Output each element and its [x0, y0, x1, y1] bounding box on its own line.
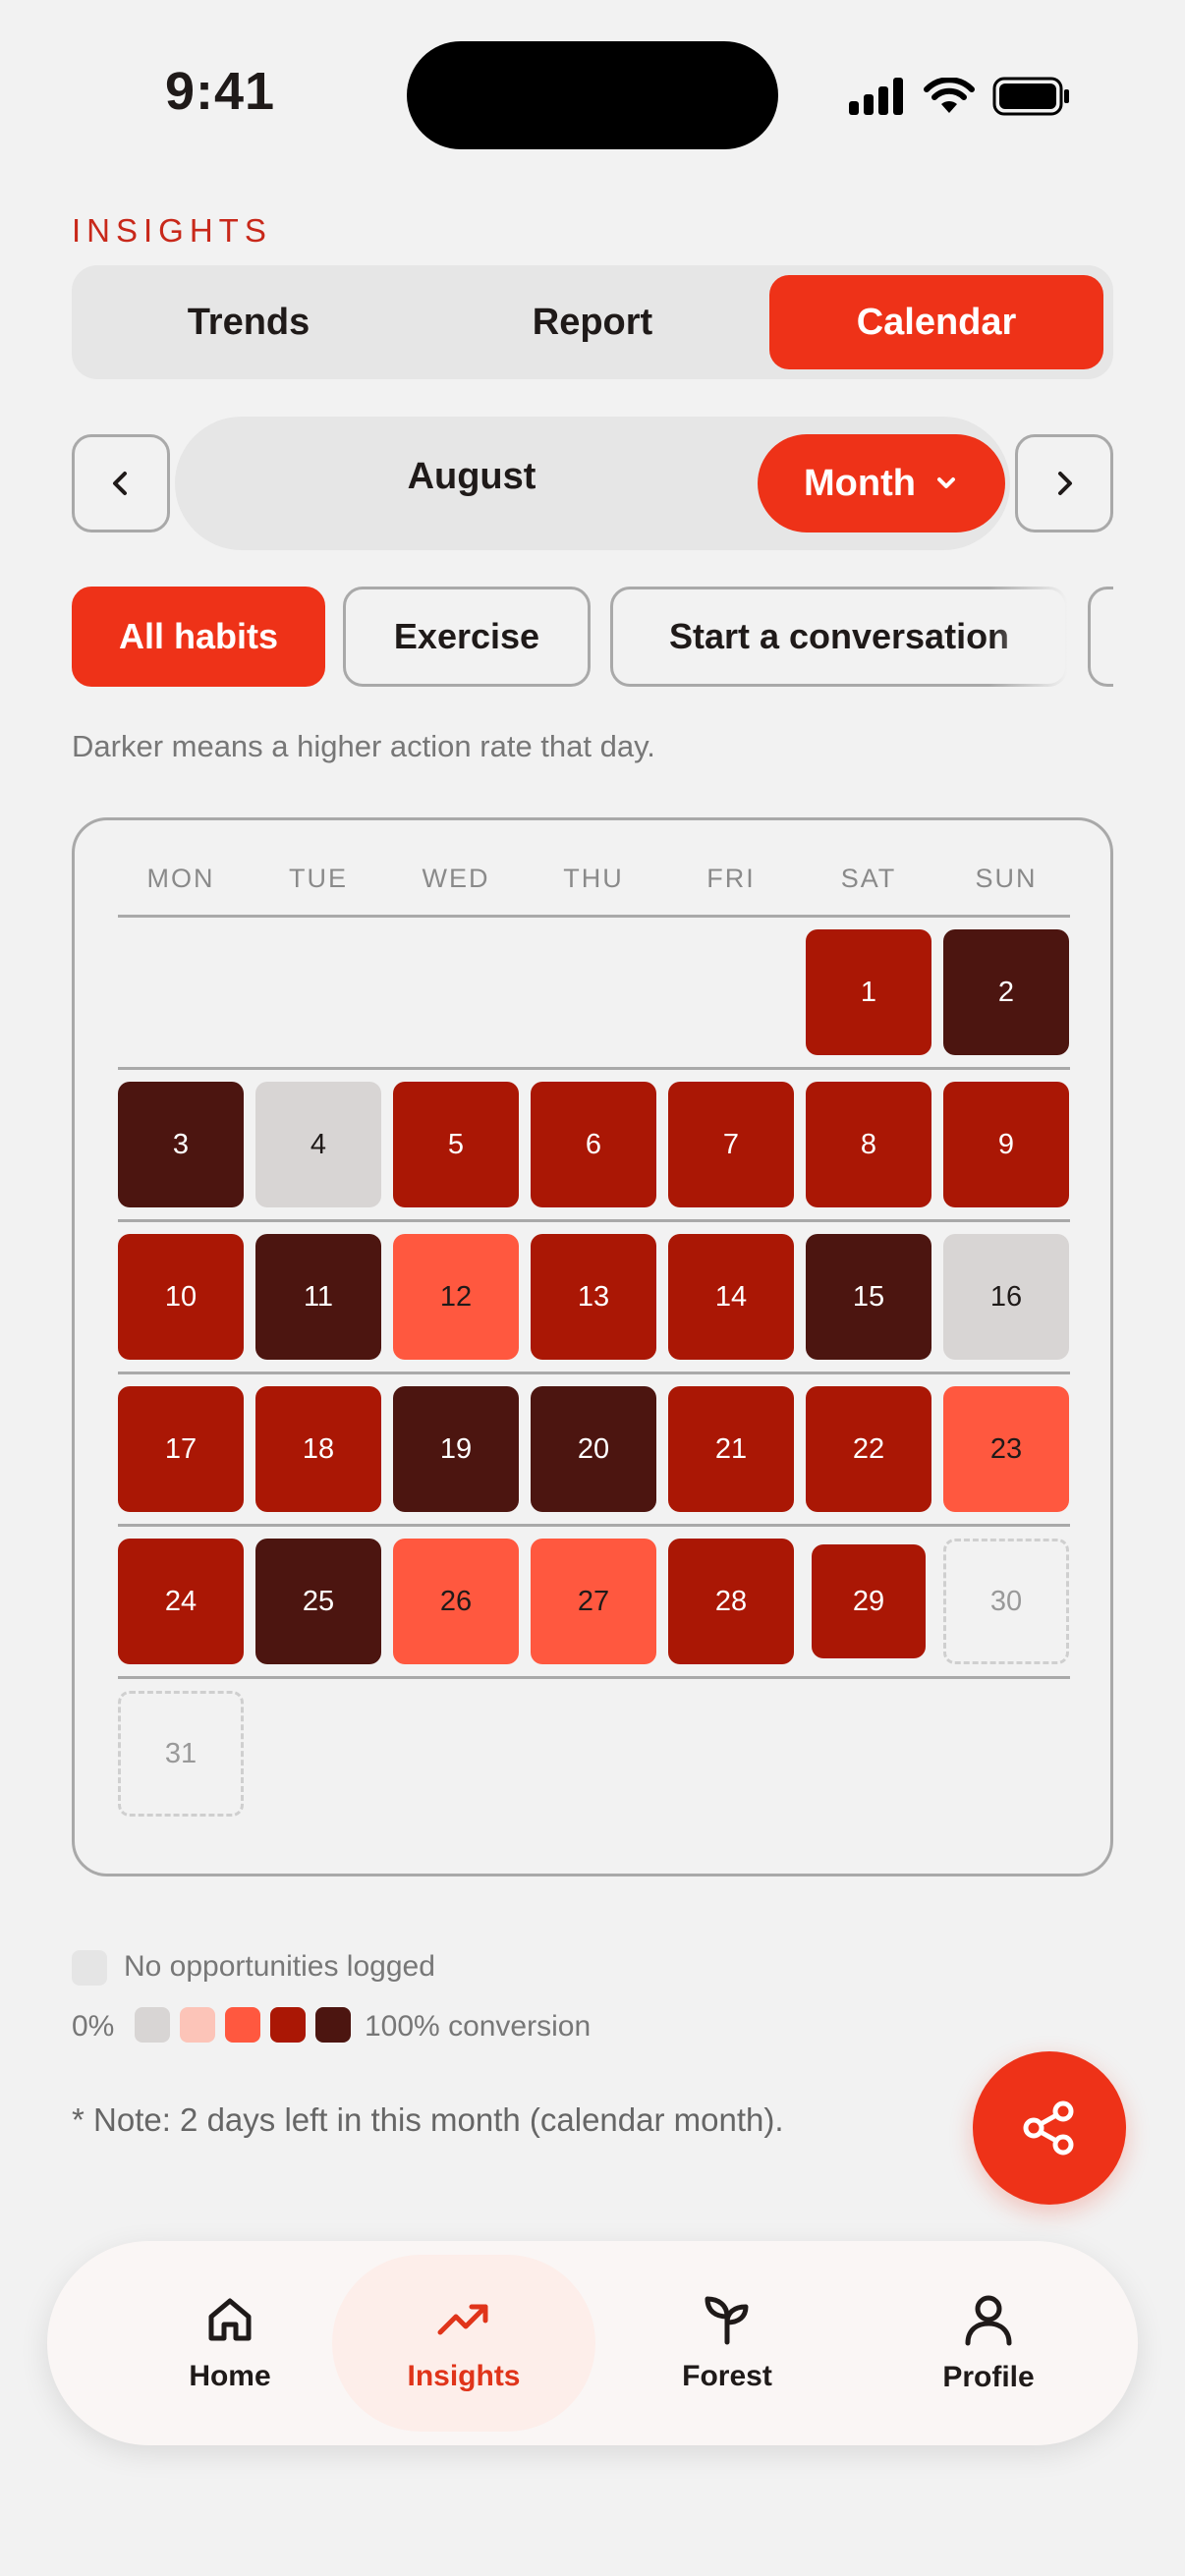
- weekday-header: MON TUE WED THU FRI SAT SUN: [118, 864, 1070, 907]
- legend-scale-swatch: [180, 2007, 215, 2043]
- nav-home-label: Home: [189, 2360, 271, 2392]
- status-time: 9:41: [165, 62, 276, 121]
- nav-forest[interactable]: Forest: [595, 2255, 859, 2432]
- weekday-fri: FRI: [706, 864, 756, 893]
- filter-chip-exercise[interactable]: Exercise: [343, 587, 591, 687]
- calendar-day[interactable]: 25: [255, 1539, 381, 1664]
- calendar-day[interactable]: 24: [118, 1539, 244, 1664]
- legend-scale-swatch: [225, 2007, 260, 2043]
- filter-chip-more[interactable]: [1088, 587, 1113, 687]
- calendar-day[interactable]: 12: [393, 1234, 519, 1360]
- weekday-wed: WED: [422, 864, 490, 893]
- calendar-day[interactable]: 3: [118, 1082, 244, 1207]
- weekday-sun: SUN: [975, 864, 1038, 893]
- nav-forest-label: Forest: [682, 2360, 772, 2392]
- calendar-day[interactable]: 2: [943, 929, 1069, 1055]
- next-period-button[interactable]: [1015, 434, 1113, 532]
- calendar-day[interactable]: 4: [255, 1082, 381, 1207]
- calendar-day[interactable]: 10: [118, 1234, 244, 1360]
- calendar-day[interactable]: 9: [943, 1082, 1069, 1207]
- calendar-day[interactable]: 18: [255, 1386, 381, 1512]
- week-divider: [118, 1372, 1070, 1374]
- view-tabs: Trends Report Calendar: [72, 265, 1113, 379]
- calendar-day[interactable]: 21: [668, 1386, 794, 1512]
- nav-profile[interactable]: Profile: [857, 2255, 1120, 2432]
- month-note: * Note: 2 days left in this month (calen…: [72, 2101, 784, 2138]
- helper-text: Darker means a higher action rate that d…: [72, 729, 655, 763]
- week-divider: [118, 915, 1070, 918]
- nav-insights-label: Insights: [407, 2360, 521, 2392]
- section-label: INSIGHTS: [72, 212, 272, 249]
- calendar-day[interactable]: 1: [806, 929, 931, 1055]
- share-icon: [1023, 2100, 1074, 2156]
- calendar-day[interactable]: 11: [255, 1234, 381, 1360]
- calendar-day[interactable]: 16: [943, 1234, 1069, 1360]
- legend-empty-label: No opportunities logged: [124, 1950, 435, 1983]
- dynamic-island: [407, 41, 778, 149]
- granularity-label: Month: [804, 462, 916, 504]
- weekday-thu: THU: [563, 864, 624, 893]
- chevron-right-icon: [1058, 472, 1072, 495]
- nav-home[interactable]: Home: [98, 2255, 362, 2432]
- calendar-day[interactable]: 13: [531, 1234, 656, 1360]
- status-icons: [849, 73, 1071, 120]
- calendar-day[interactable]: 28: [668, 1539, 794, 1664]
- home-icon: [208, 2298, 252, 2341]
- calendar-day[interactable]: 15: [806, 1234, 931, 1360]
- calendar-day[interactable]: 20: [531, 1386, 656, 1512]
- calendar-day[interactable]: 31: [118, 1691, 244, 1817]
- weekday-sat: SAT: [840, 864, 897, 893]
- tab-trends[interactable]: Trends: [82, 275, 416, 369]
- legend-scale-swatch: [315, 2007, 351, 2043]
- habit-filter-chips: All habits Exercise Start a conversation: [72, 587, 1113, 687]
- share-button[interactable]: [973, 2051, 1126, 2205]
- previous-period-button[interactable]: [72, 434, 170, 532]
- legend-scale-max: 100% conversion: [365, 2010, 592, 2043]
- user-icon: [965, 2295, 1012, 2346]
- weekday-tue: TUE: [289, 864, 348, 893]
- legend-scale-swatch: [270, 2007, 306, 2043]
- calendar-day[interactable]: 26: [393, 1539, 519, 1664]
- calendar-day[interactable]: 22: [806, 1386, 931, 1512]
- calendar-day[interactable]: 19: [393, 1386, 519, 1512]
- calendar-day[interactable]: 29: [812, 1544, 926, 1658]
- calendar-day[interactable]: 5: [393, 1082, 519, 1207]
- signal-icon: [849, 78, 903, 115]
- granularity-dropdown[interactable]: Month: [758, 434, 1005, 532]
- tab-calendar[interactable]: Calendar: [769, 275, 1103, 369]
- chevron-left-icon: [113, 472, 127, 495]
- filter-chip-all-habits[interactable]: All habits: [72, 587, 325, 687]
- calendar-day[interactable]: 17: [118, 1386, 244, 1512]
- calendar-heatmap: MON TUE WED THU FRI SAT SUN 1 2 3 4 5 6 7 8 9 10 11 12 13 1…: [72, 817, 1113, 1876]
- sprout-icon: [705, 2296, 749, 2345]
- calendar-day[interactable]: 27: [531, 1539, 656, 1664]
- calendar-day[interactable]: 14: [668, 1234, 794, 1360]
- chevron-down-icon: [936, 477, 955, 488]
- weekday-mon: MON: [146, 864, 215, 893]
- nav-insights[interactable]: Insights: [332, 2255, 595, 2432]
- period-label: August: [407, 456, 536, 497]
- calendar-day[interactable]: 8: [806, 1082, 931, 1207]
- battery-icon: [992, 77, 1069, 116]
- bottom-navigation: Home Insights Forest Profile: [47, 2241, 1138, 2445]
- legend-scale-min: 0%: [72, 2010, 115, 2043]
- nav-profile-label: Profile: [942, 2361, 1035, 2393]
- week-divider: [118, 1219, 1070, 1222]
- wifi-icon: [924, 78, 975, 113]
- trending-up-icon: [437, 2304, 488, 2335]
- legend-scale-swatch: [135, 2007, 170, 2043]
- calendar-day[interactable]: 30: [943, 1539, 1069, 1664]
- calendar-day[interactable]: 23: [943, 1386, 1069, 1512]
- chips-fade: [989, 587, 1068, 687]
- calendar-day[interactable]: 6: [531, 1082, 656, 1207]
- week-divider: [118, 1676, 1070, 1679]
- week-divider: [118, 1524, 1070, 1527]
- week-divider: [118, 1067, 1070, 1070]
- calendar-day[interactable]: 7: [668, 1082, 794, 1207]
- legend-empty-swatch: [72, 1950, 107, 1986]
- tab-report[interactable]: Report: [425, 275, 760, 369]
